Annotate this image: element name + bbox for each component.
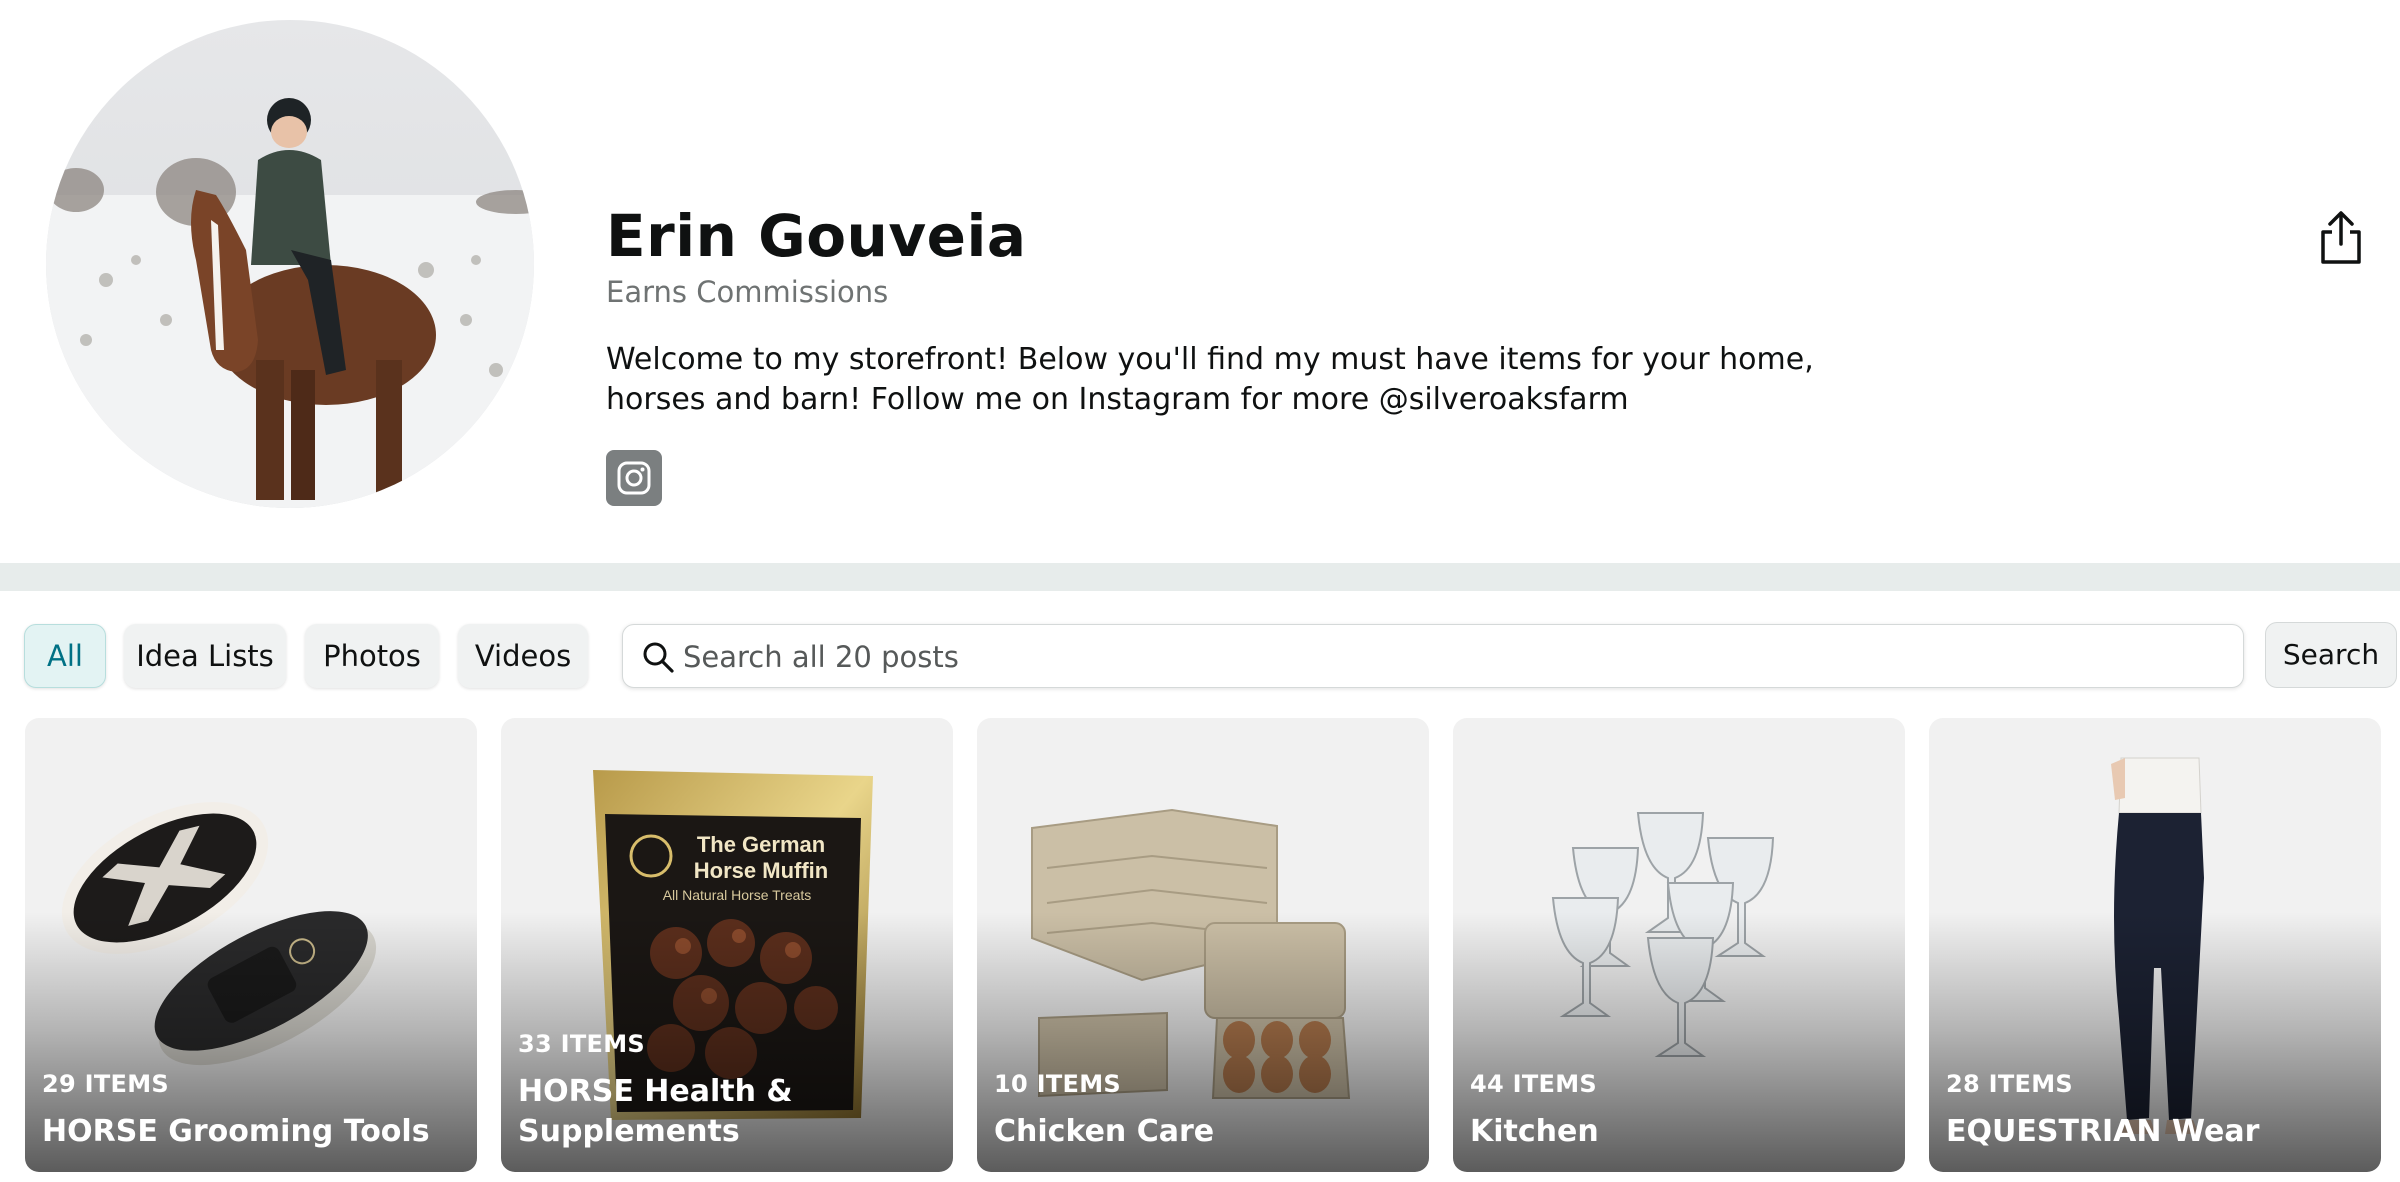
idea-list-card-grooming[interactable]: 29 ITEMS HORSE Grooming Tools — [25, 718, 477, 1172]
card-item-count: 10 ITEMS — [994, 1070, 1122, 1098]
search-input[interactable] — [681, 633, 2225, 681]
profile-bio: Welcome to my storefront! Below you'll f… — [606, 342, 1814, 417]
idea-list-card-equestrian[interactable]: 28 ITEMS EQUESTRIAN Wear — [1929, 718, 2381, 1172]
card-title: HORSE Health & Supplements — [518, 1074, 793, 1149]
tab-idea-lists[interactable]: Idea Lists — [124, 624, 286, 688]
idea-list-card-chicken[interactable]: 10 ITEMS Chicken Care — [977, 718, 1429, 1172]
search-box — [622, 624, 2244, 688]
card-title: EQUESTRIAN Wear — [1946, 1114, 2260, 1149]
tab-all[interactable]: All — [24, 624, 106, 688]
card-item-count: 33 ITEMS — [518, 1030, 646, 1058]
card-item-count: 44 ITEMS — [1470, 1070, 1598, 1098]
card-title: HORSE Grooming Tools — [42, 1114, 430, 1149]
search-button[interactable]: Search — [2265, 622, 2397, 688]
tab-photos[interactable]: Photos — [305, 624, 439, 688]
magnifier-icon — [643, 642, 674, 673]
treat-bag-line1: The German — [697, 832, 825, 857]
earns-commissions-label: Earns Commissions — [606, 275, 889, 309]
treat-bag-line2: Horse Muffin — [694, 858, 828, 883]
section-divider — [0, 563, 2400, 591]
card-item-count: 28 ITEMS — [1946, 1070, 2074, 1098]
idea-list-card-kitchen[interactable]: 44 ITEMS Kitchen — [1453, 718, 1905, 1172]
card-title: Kitchen — [1470, 1114, 1599, 1149]
card-title: Chicken Care — [994, 1114, 1215, 1149]
instagram-icon[interactable] — [606, 450, 662, 506]
card-item-count: 29 ITEMS — [42, 1070, 170, 1098]
profile-name: Erin Gouveia — [606, 202, 1027, 270]
tab-videos[interactable]: Videos — [458, 624, 588, 688]
treat-bag-line3: All Natural Horse Treats — [663, 887, 812, 903]
idea-list-card-health[interactable]: The German Horse Muffin All Natural Hors… — [501, 718, 953, 1172]
profile-avatar — [46, 20, 534, 508]
share-icon[interactable] — [2318, 210, 2364, 266]
